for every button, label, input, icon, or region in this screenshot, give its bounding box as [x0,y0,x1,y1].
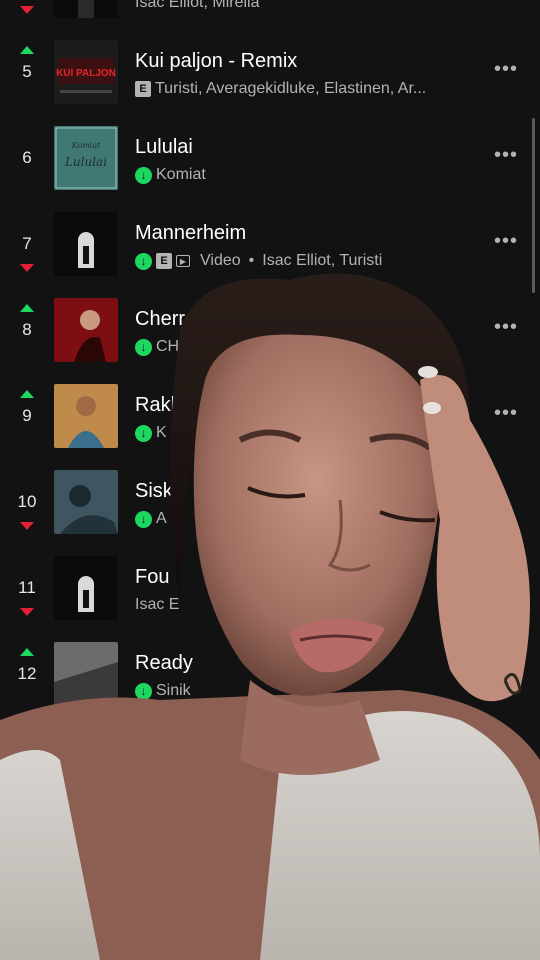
artist-text: Komiat [156,166,206,183]
trend-down-icon [20,608,34,616]
track-title: Fou [135,566,170,588]
video-icon: ▶ [176,255,190,267]
more-options-icon[interactable]: ••• [494,230,518,253]
artist-text: Sinik [156,682,191,699]
downloaded-icon: ↓ [135,338,152,356]
album-cover: KUI PALJON [54,40,118,104]
rank-column: 11 [0,546,54,632]
rank-number: 9 [22,406,32,425]
track-meta: ↓ Komiat [135,166,206,184]
rank-number: 12 [17,664,37,683]
downloaded-icon: ↓ [135,510,152,528]
more-options-icon[interactable]: ••• [494,58,518,81]
track-meta: E Turisti, Averagekidluke, Elastinen, Ar… [135,80,426,98]
rank-column: 5 [0,30,54,116]
track-title: Kui paljon - Remix [135,50,298,72]
track-row[interactable]: 12 Ready ↓ Sinik [0,632,540,718]
track-row[interactable]: 7 Mannerheim ↓ E ▶ Video • Isac Elliot, … [0,202,540,288]
track-title: Ready [135,652,193,674]
artist-text: Turisti, Averagekidluke, Elastinen, Ar..… [155,80,427,97]
trend-down-icon [20,6,34,14]
album-cover [54,556,118,620]
track-row[interactable]: 11 Fou Isac E [0,546,540,632]
track-row[interactable]: 6 Komiat Lululai Lululai ↓ Komiat ••• [0,116,540,202]
track-meta: ↓ E ▶ Video • Isac Elliot, Turisti [135,252,382,270]
track-meta: ↓ K [135,424,167,442]
album-cover [54,212,118,276]
rank-number: 7 [22,234,32,253]
track-meta: Isac E [135,596,179,614]
artist-text: Isac E [135,596,180,613]
track-row[interactable]: Isac Elliot, Mirella [0,0,540,30]
more-options-icon[interactable]: ••• [494,316,518,339]
rank-number: 10 [17,492,37,511]
rank-number: 6 [22,148,32,167]
track-row[interactable]: 10 Sisk ↓ A [0,460,540,546]
rank-column [0,0,54,30]
artist-text: K [156,424,167,441]
rank-number: 8 [22,320,32,339]
chart-track-list: Isac Elliot, Mirella 5 KUI PALJON Kui pa… [0,0,540,960]
album-cover [54,298,118,362]
track-artists: Isac Elliot, Mirella [135,0,259,12]
cover-text: Lululai [64,155,107,169]
trend-up-icon [20,46,34,54]
downloaded-icon: ↓ [135,424,152,442]
track-title: Lululai [135,136,193,158]
downloaded-icon: ↓ [135,682,152,700]
rank-column: 10 [0,460,54,546]
rank-number: 11 [18,578,36,597]
trend-down-icon [20,264,34,272]
album-cover [54,470,118,534]
album-cover [54,642,118,706]
explicit-icon: E [156,253,172,269]
track-meta: ↓ A [135,510,167,528]
album-cover [54,0,118,18]
cover-text: KUI PALJON [56,68,116,79]
downloaded-icon: ↓ [135,252,152,270]
trend-up-icon [20,390,34,398]
scrollbar[interactable] [532,118,535,293]
downloaded-icon: ↓ [135,166,152,184]
track-meta: ↓ Sinik [135,682,191,700]
trend-up-icon [20,304,34,312]
separator: • [248,252,255,269]
explicit-icon: E [135,81,151,97]
track-title: Mannerheim [135,222,247,244]
more-options-icon[interactable]: ••• [494,144,518,167]
track-title: Rakk [135,394,181,416]
track-row[interactable]: 9 Rakk ↓ K ••• [0,374,540,460]
artist-text: A [156,510,167,527]
artist-text: Isac Elliot, Mirella [135,0,260,11]
track-row[interactable]: 5 KUI PALJON Kui paljon - Remix E Turist… [0,30,540,116]
track-title: Sisk [135,480,173,502]
album-cover: Komiat Lululai [54,126,118,190]
track-meta: ↓ CHA [135,338,190,356]
album-cover [54,384,118,448]
rank-number: 5 [22,62,32,81]
track-title: Cherr [135,308,186,330]
trend-down-icon [20,522,34,530]
rank-column: 9 [0,374,54,460]
rank-column: 7 [0,202,54,288]
cover-text: Komiat [71,141,101,150]
rank-column: 6 [0,116,54,202]
artist-text: Isac Elliot, Turisti [262,252,383,269]
more-options-icon[interactable]: ••• [494,402,518,425]
trend-up-icon [20,648,34,656]
track-row[interactable]: 8 Cherr ↓ CHA ••• [0,288,540,374]
artist-text: CHA [156,338,190,355]
rank-column: 8 [0,288,54,374]
rank-column: 12 [0,632,54,718]
video-label: Video [200,252,241,269]
